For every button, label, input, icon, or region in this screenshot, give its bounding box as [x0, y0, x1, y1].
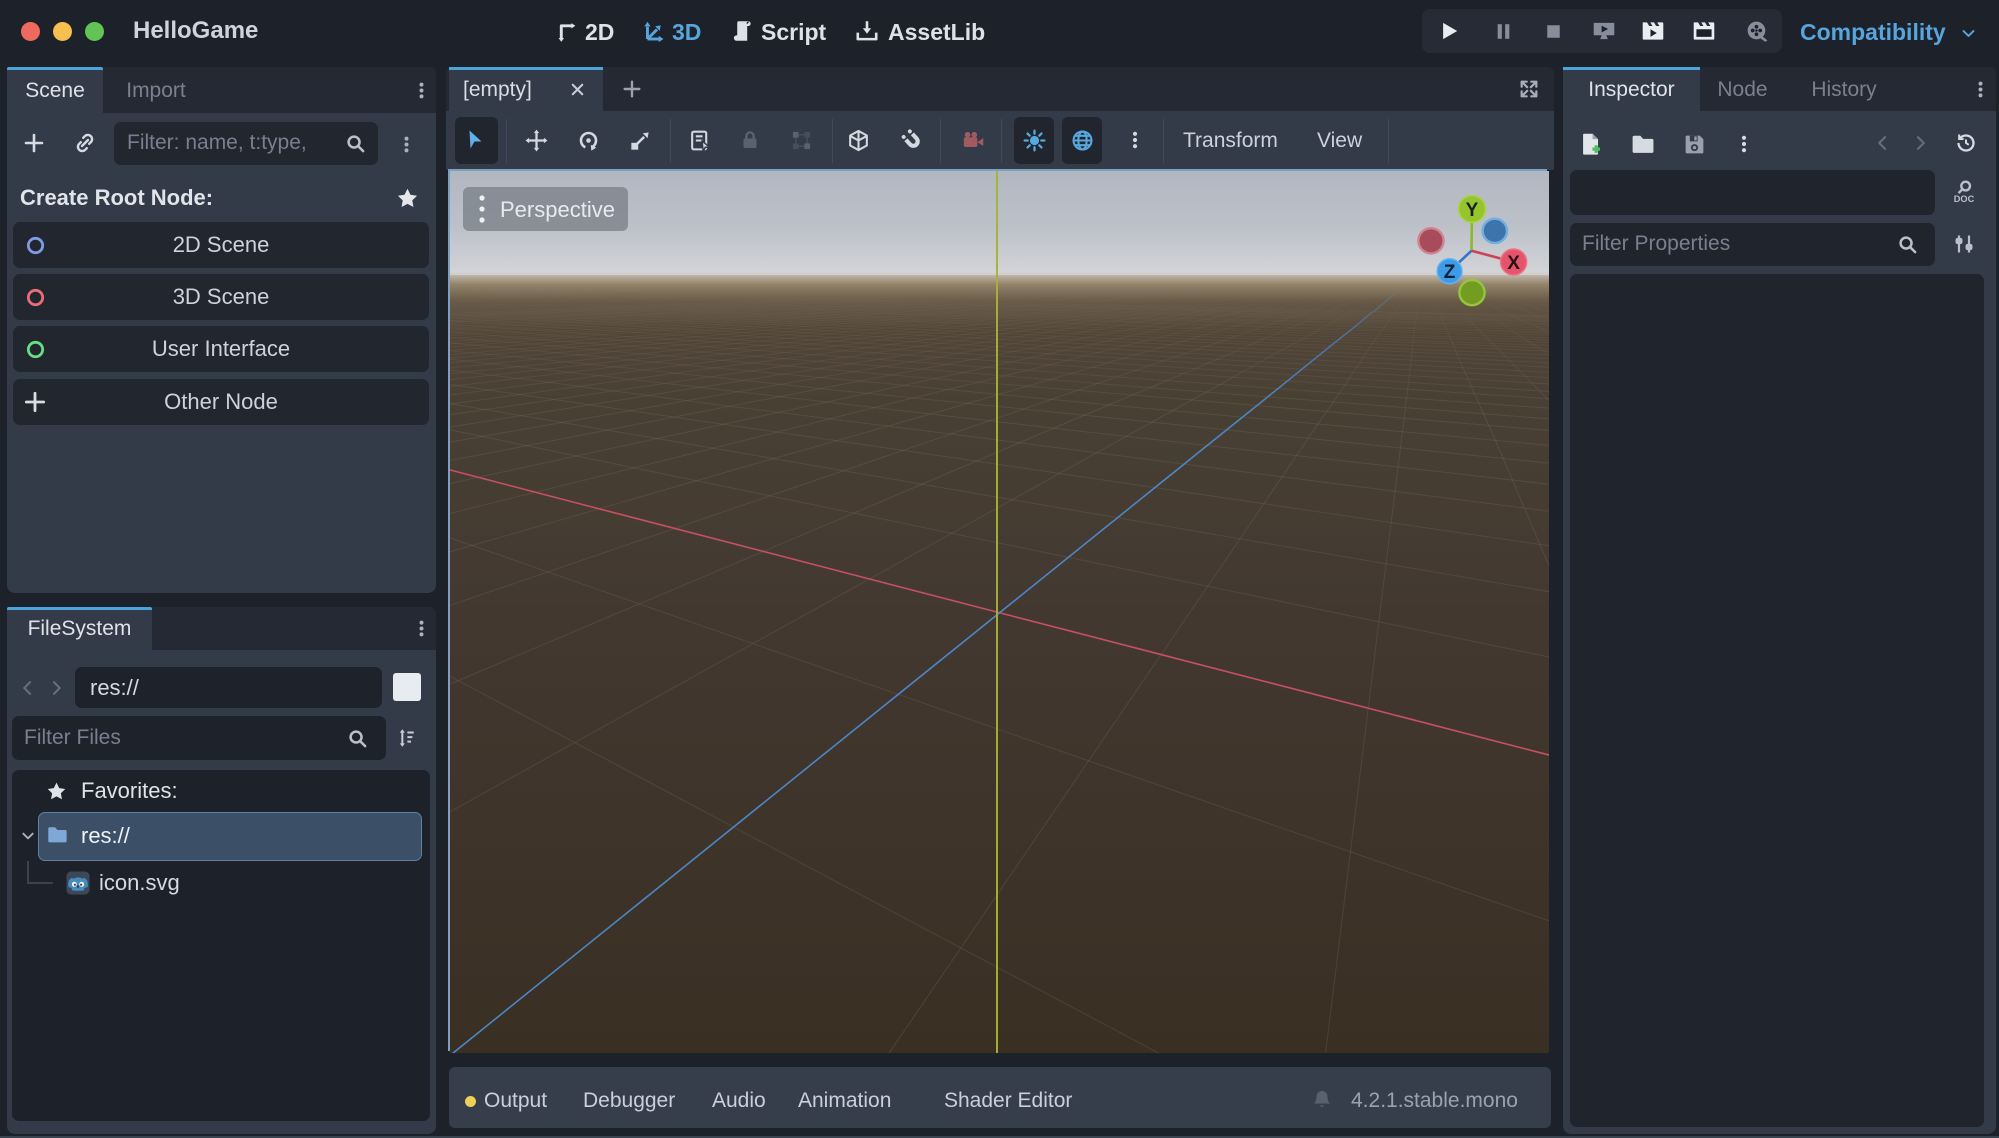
svg-text:DOC: DOC [1954, 194, 1975, 204]
svg-text:Perspective: Perspective [500, 197, 615, 222]
svg-text:X: X [1507, 253, 1520, 274]
svg-text:Y: Y [1466, 200, 1479, 221]
svg-text:Z: Z [1444, 262, 1456, 283]
